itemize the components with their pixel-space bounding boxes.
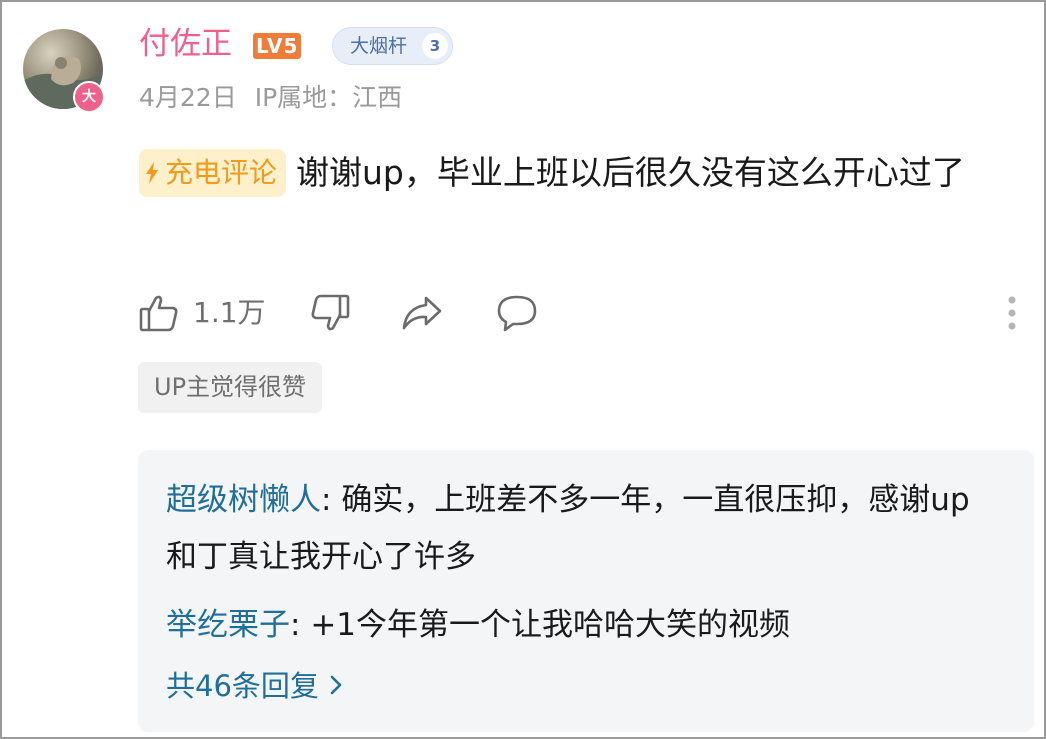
reply-preview[interactable]: 超级树懒人: 确实，上班差不多一年，一直很压抑，感谢up和丁真让我开心了许多 举…: [138, 450, 1034, 732]
reply-author[interactable]: 超级树懒人: [166, 482, 321, 518]
thumbs-down-icon[interactable]: [307, 292, 351, 334]
share-arrow-icon[interactable]: [400, 292, 444, 334]
like-count: 1.1万: [193, 296, 266, 329]
thumbs-up-icon[interactable]: [138, 292, 180, 334]
comment-body: 充电评论 谢谢up，毕业上班以后很久没有这么开心过了: [139, 142, 1034, 204]
speech-bubble-icon[interactable]: [495, 292, 539, 334]
reply-total-label: 共46条回复: [166, 669, 319, 703]
comment-card: 大 付佐正 LV5 大烟杆 3 4月22日 IP属地：江西 充电评论 谢谢up，毕业…: [0, 0, 1046, 739]
reply-text: +1今年第一个让我哈哈大笑的视频: [310, 607, 791, 643]
fan-medal[interactable]: 大烟杆 3: [332, 27, 453, 65]
fan-medal-level: 3: [422, 33, 448, 59]
more-vertical-icon[interactable]: [1004, 292, 1020, 334]
chevron-right-icon: [329, 664, 343, 708]
reply-separator: :: [321, 482, 342, 518]
avatar-badge: 大: [73, 81, 105, 113]
level-badge: LV5: [253, 33, 302, 59]
comment-meta: 4月22日 IP属地：江西: [139, 80, 402, 116]
reply-item[interactable]: 举纥栗子: +1今年第一个让我哈哈大笑的视频: [166, 597, 996, 654]
comment-text: 谢谢up，毕业上班以后很久没有这么开心过了: [296, 153, 965, 192]
charge-tag[interactable]: 充电评论: [139, 149, 287, 199]
reply-separator: :: [290, 607, 311, 643]
comment-date: 4月22日: [139, 83, 237, 112]
username[interactable]: 付佐正: [139, 24, 232, 64]
reply-item[interactable]: 超级树懒人: 确实，上班差不多一年，一直很压抑，感谢up和丁真让我开心了许多: [166, 472, 996, 586]
up-liked-badge: UP主觉得很赞: [138, 362, 323, 413]
fan-medal-name: 大烟杆: [350, 35, 408, 57]
ip-location: IP属地：江西: [254, 83, 403, 112]
lightning-bolt-icon: [145, 151, 159, 199]
reply-author[interactable]: 举纥栗子: [166, 607, 290, 643]
view-all-replies-link[interactable]: 共46条回复: [166, 664, 343, 708]
charge-tag-label: 充电评论: [165, 156, 278, 189]
